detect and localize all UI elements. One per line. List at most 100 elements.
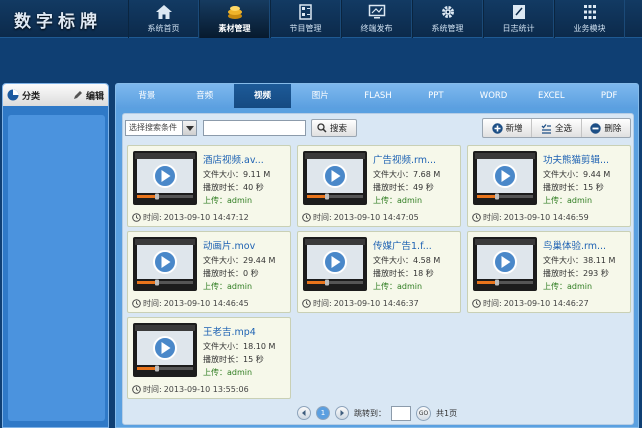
video-card[interactable]: 功夫熊猫剪辑... 文件大小：9.44 M 播放时长：15 秒上传：admin 时间:… (467, 145, 631, 227)
uploader: 上传：admin (373, 281, 422, 292)
clock-icon (472, 299, 481, 308)
uploader-value: admin (397, 282, 423, 291)
nav-item-log[interactable]: 日志统计 (483, 0, 554, 38)
video-title[interactable]: 王老吉.mp4 (203, 324, 289, 338)
search-button[interactable]: 搜索 (311, 119, 357, 137)
tab-ppt[interactable]: PPT (407, 84, 465, 108)
uploader-value: admin (397, 196, 423, 205)
action-buttons: 新增 全选 删除 (482, 118, 631, 138)
clock-icon (472, 213, 481, 222)
tab-video[interactable]: 视频 (233, 84, 292, 108)
nav-item-program[interactable]: 节目管理 (270, 0, 341, 38)
material-content: 选择搜索条件 搜索 新增 全选 删除 酒店视频.av... 文件大小：9.11 … (122, 113, 634, 425)
video-card[interactable]: 动画片.mov 文件大小：29.44 M 播放时长：0 秒上传：admin 时间: 20… (127, 231, 291, 313)
nav-item-business[interactable]: 业务模块 (554, 0, 625, 38)
select-all-button[interactable]: 全选 (531, 119, 580, 137)
video-title[interactable]: 鸟巢体验.rm... (543, 238, 629, 252)
uploader-value: admin (567, 196, 593, 205)
time-label: 时间: (143, 299, 162, 308)
file-size-label: 文件大小： (373, 256, 413, 265)
time-label: 时间: (313, 213, 332, 222)
nav-item-terminal[interactable]: 终端发布 (341, 0, 412, 38)
nav-item-home[interactable]: 系统首页 (128, 0, 199, 38)
video-title[interactable]: 动画片.mov (203, 238, 289, 252)
duration-label: 播放时长： (203, 269, 243, 278)
video-title[interactable]: 传媒广告1.f... (373, 238, 459, 252)
edit-category-button[interactable]: 编辑 (73, 89, 104, 102)
video-thumbnail (303, 237, 367, 291)
nav-item-system[interactable]: 系统管理 (412, 0, 483, 38)
category-tree[interactable] (8, 115, 105, 421)
duration-value: 18 秒 (413, 269, 434, 278)
clock-icon (132, 385, 141, 394)
uploader-label: 上传： (543, 196, 567, 205)
video-title[interactable]: 功夫熊猫剪辑... (543, 152, 629, 166)
time-value: 2013-09-10 13:55:06 (163, 385, 249, 394)
pencil-icon (73, 91, 82, 99)
next-page-button[interactable] (335, 406, 349, 420)
file-size-value: 18.10 M (243, 342, 276, 351)
toolbar: 选择搜索条件 搜索 新增 全选 删除 (123, 114, 635, 142)
tab-image[interactable]: 图片 (291, 84, 349, 108)
tab-pdf[interactable]: PDF (580, 84, 638, 108)
video-grid: 酒店视频.av... 文件大小：9.11 M 播放时长：40 秒上传：admin 时间… (127, 145, 633, 399)
time-value: 2013-09-10 14:47:12 (163, 213, 249, 222)
material-panel: 背景 音频 视频 图片 FLASH PPT WORD EXCEL PDF 选择搜… (115, 83, 639, 428)
uploader: 上传：admin (203, 367, 252, 378)
uploader-value: admin (567, 282, 593, 291)
file-size: 文件大小：38.11 M (543, 255, 615, 266)
search-input[interactable] (203, 120, 306, 136)
duration-label: 播放时长： (373, 183, 413, 192)
video-title[interactable]: 酒店视频.av... (203, 152, 289, 166)
chevron-down-icon (182, 121, 196, 135)
file-size: 文件大小：29.44 M (203, 255, 275, 266)
tab-excel[interactable]: EXCEL (522, 84, 580, 108)
upload-time: 时间: 2013-09-10 14:46:27 (472, 298, 589, 309)
video-card[interactable]: 传媒广告1.f... 文件大小：4.58 M 播放时长：18 秒上传：admin 时间… (297, 231, 461, 313)
search-condition-select[interactable]: 选择搜索条件 (125, 120, 197, 136)
video-card[interactable]: 广告视频.rm... 文件大小：7.68 M 播放时长：49 秒上传：admin 时间… (297, 145, 461, 227)
nav-item-materials[interactable]: 素材管理 (199, 0, 270, 38)
add-button[interactable]: 新增 (483, 119, 531, 137)
prev-page-button[interactable] (297, 406, 311, 420)
file-size-label: 文件大小： (203, 170, 243, 179)
duration-value: 15 秒 (243, 355, 264, 364)
page-number[interactable]: 1 (316, 406, 330, 420)
tab-audio[interactable]: 音频 (176, 84, 234, 108)
category-toggle[interactable]: 分类 (7, 89, 40, 102)
time-label: 时间: (483, 213, 502, 222)
file-size-label: 文件大小： (203, 256, 243, 265)
video-card[interactable]: 王老吉.mp4 文件大小：18.10 M 播放时长：15 秒上传：admin 时间: 2… (127, 317, 291, 399)
chevron-right-icon (340, 410, 344, 416)
clock-icon (302, 299, 311, 308)
tab-background[interactable]: 背景 (118, 84, 176, 108)
duration-label: 播放时长： (373, 269, 413, 278)
video-thumbnail (303, 151, 367, 205)
time-label: 时间: (313, 299, 332, 308)
video-thumbnail (133, 237, 197, 291)
uploader-value: admin (227, 196, 253, 205)
duration-value: 15 秒 (583, 183, 604, 192)
duration-value: 49 秒 (413, 183, 434, 192)
go-button[interactable]: GO (416, 405, 431, 421)
play-duration: 播放时长：40 秒 (203, 182, 264, 193)
minus-icon (590, 122, 602, 134)
file-size-value: 29.44 M (243, 256, 276, 265)
clock-icon (132, 299, 141, 308)
jump-page-input[interactable] (391, 405, 411, 421)
video-card[interactable]: 鸟巢体验.rm... 文件大小：38.11 M 播放时长：293 秒上传：admin… (467, 231, 631, 313)
video-card[interactable]: 酒店视频.av... 文件大小：9.11 M 播放时长：40 秒上传：admin 时间… (127, 145, 291, 227)
clock-icon (132, 213, 141, 222)
video-title[interactable]: 广告视频.rm... (373, 152, 459, 166)
tab-word[interactable]: WORD (465, 84, 523, 108)
total-pages: 共1页 (436, 408, 458, 418)
uploader-label: 上传： (203, 282, 227, 291)
file-size: 文件大小：9.44 M (543, 169, 610, 180)
duration-label: 播放时长： (203, 183, 243, 192)
tab-flash[interactable]: FLASH (349, 84, 407, 108)
chevron-left-icon (302, 410, 306, 416)
delete-button[interactable]: 删除 (580, 119, 630, 137)
file-size-label: 文件大小： (543, 170, 583, 179)
duration-label: 播放时长： (543, 269, 583, 278)
upload-time: 时间: 2013-09-10 14:46:45 (132, 298, 249, 309)
